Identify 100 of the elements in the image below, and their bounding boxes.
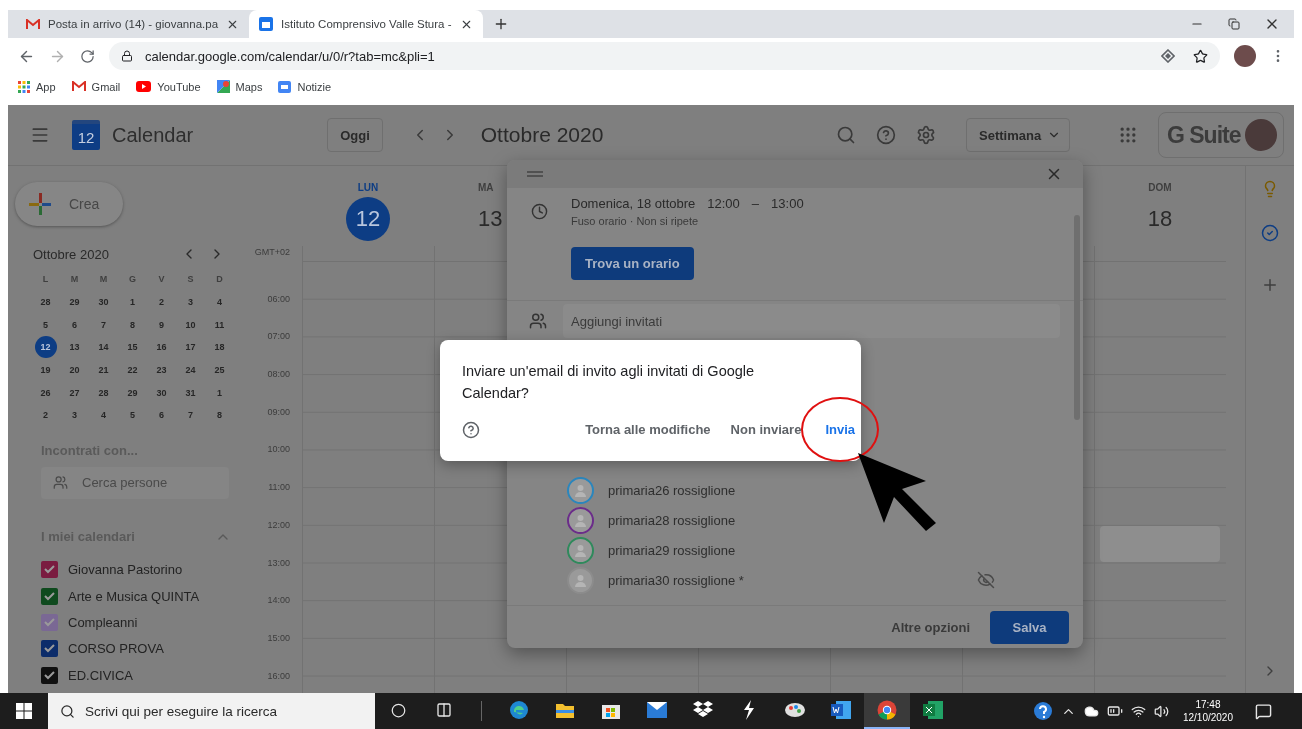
bookmark-star-icon[interactable] <box>1193 48 1208 64</box>
calendar-day[interactable]: 17 <box>179 336 202 359</box>
clock-date[interactable]: 12/10/2020 <box>1182 711 1233 724</box>
tasks-icon[interactable] <box>1261 224 1279 242</box>
calendar-day[interactable]: 5 <box>34 313 57 336</box>
calendar-checkbox[interactable] <box>41 666 58 684</box>
clock-time[interactable]: 17:48 <box>1195 698 1221 711</box>
excel-icon[interactable] <box>923 700 943 720</box>
calendar-day[interactable]: 31 <box>179 381 202 404</box>
calendar-day[interactable]: 16 <box>150 336 173 359</box>
calendar-day[interactable]: 21 <box>92 359 115 382</box>
calendar-day[interactable]: 7 <box>92 313 115 336</box>
calendar-day[interactable]: 10 <box>179 313 202 336</box>
browser-tab[interactable]: Istituto Comprensivo Valle Stura - <box>249 10 483 38</box>
calendar-day[interactable]: 28 <box>34 291 57 314</box>
dialog-action[interactable]: Torna alle modifiche <box>579 416 717 443</box>
calendar-day[interactable]: 28 <box>92 381 115 404</box>
more-options-button[interactable]: Altre opzioni <box>885 613 976 641</box>
calendar-day[interactable]: 1 <box>121 291 144 314</box>
guests-field[interactable]: Aggiungi invitati <box>563 304 1060 338</box>
calendar-day[interactable]: 29 <box>63 291 86 314</box>
profile-avatar[interactable] <box>1234 45 1256 67</box>
calendar-day[interactable]: 7 <box>179 404 202 427</box>
calendar-checkbox[interactable] <box>41 614 58 632</box>
restore-icon[interactable] <box>1228 18 1240 30</box>
bookmark-item[interactable]: App <box>18 80 56 93</box>
calendar-day[interactable]: 8 <box>121 313 144 336</box>
calendar-day[interactable]: 9 <box>150 313 173 336</box>
diamond-icon[interactable] <box>1161 48 1175 63</box>
calendar-day[interactable]: 13 <box>63 336 86 359</box>
calendar-day[interactable]: 19 <box>34 359 57 382</box>
calendar-day[interactable]: 6 <box>150 404 173 427</box>
start-time[interactable]: 12:00 <box>707 196 740 211</box>
calendar-day[interactable]: 2 <box>34 404 57 427</box>
edge-icon[interactable] <box>509 700 529 720</box>
wifi-icon[interactable] <box>1130 703 1146 719</box>
calendar-checkbox[interactable] <box>41 561 58 579</box>
dropbox-icon[interactable] <box>693 701 713 719</box>
lightning-icon[interactable] <box>742 700 756 720</box>
calendar-day[interactable]: 24 <box>179 359 202 382</box>
battery-icon[interactable] <box>1106 703 1123 719</box>
paint-palette-icon[interactable] <box>784 700 806 720</box>
calendar-day[interactable]: 22 <box>121 359 144 382</box>
chrome-icon[interactable] <box>877 700 897 720</box>
calendar-day[interactable]: 3 <box>179 291 202 314</box>
people-search-field[interactable]: Cerca persone <box>41 466 229 499</box>
drag-handle-icon[interactable] <box>527 171 543 177</box>
envelope-icon[interactable] <box>647 702 667 718</box>
calendar-day[interactable]: 23 <box>150 359 173 382</box>
account-badge[interactable]: G Suite <box>1158 112 1284 158</box>
calendar-day[interactable]: 15 <box>121 336 144 359</box>
today-button[interactable]: Oggi <box>327 118 383 152</box>
calendar-day[interactable]: 6 <box>63 313 86 336</box>
calendar-checkbox[interactable] <box>41 587 58 605</box>
day-number[interactable]: 18 <box>1147 197 1173 241</box>
bookmark-item[interactable]: Notizie <box>278 80 332 93</box>
calendar-day[interactable]: 25 <box>208 359 231 382</box>
calendar-day[interactable]: 30 <box>92 291 115 314</box>
find-time-button[interactable]: Trova un orario <box>571 247 694 280</box>
bookmark-item[interactable]: Gmail <box>71 80 121 93</box>
calendar-checkbox[interactable] <box>41 640 58 658</box>
address-bar[interactable]: calendar.google.com/calendar/u/0/r?tab=mc&pli=1 <box>109 42 1220 70</box>
calendar-day[interactable]: 18 <box>208 336 231 359</box>
notifications-icon[interactable] <box>1255 702 1272 720</box>
apps-icon[interactable] <box>1118 125 1138 145</box>
save-button[interactable]: Salva <box>990 610 1069 644</box>
windows-start-icon[interactable] <box>16 703 32 719</box>
calendar-day[interactable]: 30 <box>150 381 173 404</box>
day-number[interactable]: 13 <box>478 197 503 241</box>
calendar-day[interactable]: 27 <box>63 381 86 404</box>
calendar-day[interactable]: 3 <box>63 404 86 427</box>
calendar-day[interactable]: 14 <box>92 336 115 359</box>
calendar-day[interactable]: 4 <box>92 404 115 427</box>
help-icon[interactable] <box>1032 701 1053 721</box>
calendar-day[interactable]: 4 <box>208 291 231 314</box>
calendar-day[interactable]: 20 <box>63 359 86 382</box>
help-icon[interactable] <box>462 420 480 439</box>
calendar-day[interactable]: 1 <box>208 381 231 404</box>
bookmark-item[interactable]: YouTube <box>136 80 201 93</box>
view-dropdown[interactable]: Settimana <box>966 118 1070 152</box>
taskbar-search-field[interactable]: Scrivi qui per eseguire la ricerca <box>48 693 375 729</box>
task-view-icon[interactable] <box>436 702 452 718</box>
calendar-day[interactable]: 2 <box>150 291 173 314</box>
word-icon[interactable] <box>831 700 851 720</box>
calendar-day[interactable]: 29 <box>121 381 144 404</box>
cloud-icon[interactable] <box>1083 703 1099 719</box>
create-button[interactable]: Crea <box>15 182 123 226</box>
reload-icon[interactable] <box>80 48 95 64</box>
calendar-day[interactable]: 8 <box>208 404 231 427</box>
calendar-day[interactable]: 11 <box>208 313 231 336</box>
volume-icon[interactable] <box>1153 703 1169 719</box>
day-number[interactable]: 12 <box>346 197 390 241</box>
menu-icon[interactable] <box>30 125 50 145</box>
settings-icon[interactable] <box>916 125 936 145</box>
cortana-icon[interactable] <box>390 702 406 718</box>
calendar-day[interactable]: 26 <box>34 381 57 404</box>
end-time[interactable]: 13:00 <box>771 196 804 211</box>
bookmark-item[interactable]: Maps <box>216 80 263 93</box>
calendar-day[interactable]: 12 <box>34 336 57 359</box>
browser-tab[interactable]: Posta in arrivo (14) - giovanna.pa <box>16 10 250 38</box>
